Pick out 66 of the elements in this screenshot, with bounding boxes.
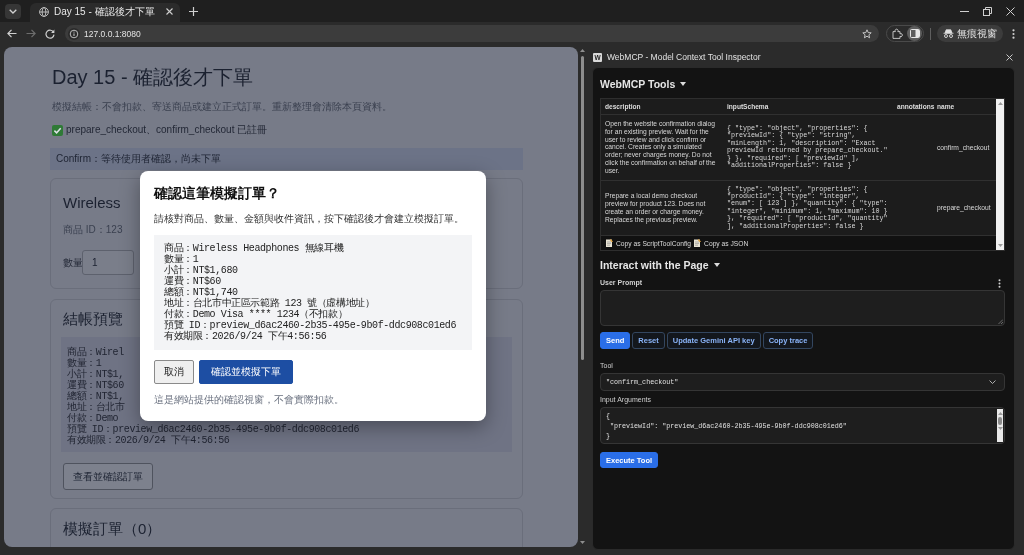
puzzle-icon[interactable]	[892, 28, 903, 39]
quantity-field[interactable]: 1	[82, 250, 134, 275]
dialog-note: 這是網站提供的確認視窗，不會實際扣款。	[154, 393, 345, 407]
resize-grip-icon[interactable]	[998, 319, 1003, 324]
prompt-field[interactable]	[600, 290, 1005, 326]
panel-title: WebMCP - Model Context Tool Inspector	[607, 52, 761, 62]
detail-line: 有效期限：2026/9/24 下午4:56:56	[67, 435, 230, 446]
restore-icon[interactable]	[983, 7, 992, 16]
summary-line: 運費：NT$60	[164, 276, 221, 287]
cancel-button[interactable]: 取消	[154, 360, 194, 384]
side-panel-icon	[909, 29, 920, 38]
summary-line: 商品：Wireless Headphones 無線耳機	[164, 243, 344, 254]
scrollbar-thumb[interactable]	[998, 417, 1002, 425]
close-icon[interactable]	[1006, 7, 1015, 16]
menu-icon[interactable]	[1012, 28, 1015, 39]
check-icon	[52, 124, 63, 136]
card-title: 結帳預覽	[63, 309, 123, 329]
address-bar[interactable]: 127.0.0.1:8080	[65, 25, 879, 42]
summary-line: 數量：1	[164, 254, 199, 265]
detail-line: 小計：NT$1,	[67, 369, 124, 380]
scrollbar-thumb[interactable]	[580, 56, 584, 360]
registered-text: prepare_checkout、confirm_checkout 已註冊	[66, 123, 268, 137]
close-icon[interactable]	[1006, 53, 1013, 61]
summary-line: 預覽 ID：preview_d6ac2460-2b35-495e-9b0f-ddc908c01ed6	[164, 320, 457, 331]
plus-icon[interactable]	[189, 7, 198, 16]
detail-line: 商品：Wirel	[67, 347, 124, 358]
close-icon[interactable]	[166, 8, 173, 15]
quantity-label: 數量	[63, 255, 82, 270]
detail-line: 付款：Demo	[67, 413, 119, 424]
memo-icon	[694, 239, 702, 247]
scroll-up-icon[interactable]	[579, 49, 585, 52]
info-icon[interactable]	[68, 27, 80, 40]
reload-icon[interactable]	[45, 28, 55, 39]
scroll-down-icon[interactable]	[579, 541, 585, 544]
detail-line: 數量：1	[67, 358, 102, 369]
detail-line: 總額：NT$1,	[67, 391, 124, 402]
browser-tab[interactable]: Day 15 - 確認後才下單	[30, 3, 180, 22]
section-toggle[interactable]: WebMCP Tools	[600, 77, 687, 91]
globe-icon	[39, 6, 49, 17]
summary-line: 付款：Demo Visa **** 1234（不扣款）	[164, 309, 348, 320]
detail-line: 地址：台北市	[67, 402, 125, 413]
detail-line: 運費：NT$60	[67, 380, 124, 391]
status-banner: Confirm：等待使用者確認，尚未下單	[50, 148, 523, 170]
chevron-down-icon	[9, 9, 17, 14]
summary-line: 總額：NT$1,740	[164, 287, 238, 298]
dialog-title: 確認這筆模擬訂單？	[154, 184, 281, 202]
section-toggle[interactable]: Interact with the Page	[600, 258, 720, 272]
incognito-button[interactable]: 無痕視窗	[937, 25, 1003, 42]
side-panel-button[interactable]	[907, 26, 922, 41]
card-title: 模擬訂單（0）	[63, 519, 162, 539]
memo-icon	[606, 239, 613, 247]
more-options-icon[interactable]	[998, 278, 1001, 288]
summary-line: 地址：台北市中正區示範路 123 號（虛構地址）	[164, 298, 375, 309]
back-arrow-icon[interactable]	[7, 29, 17, 38]
bookmark-star-icon[interactable]	[862, 28, 872, 39]
chevron-down-icon	[989, 380, 996, 384]
summary-line: 小計：NT$1,680	[164, 265, 238, 276]
review-order-button[interactable]: 查看並確認訂單	[63, 463, 153, 490]
card-title: Wireless	[63, 193, 121, 213]
dialog-message: 請核對商品、數量、金額與收件資訊，按下確認後才會建立模擬訂單。	[154, 212, 465, 226]
summary-line: 有效期限：2026/9/24 下午4:56:56	[164, 331, 327, 342]
confirm-order-button[interactable]: 確認並模擬下單	[199, 360, 293, 384]
detail-line: 預覽 ID：preview_d6ac2460-2b35-495e-9b0f-ddc908c01ed6	[67, 424, 360, 435]
tab-search-button[interactable]	[5, 4, 21, 19]
incognito-icon	[943, 29, 954, 38]
page-title: Day 15 - 確認後才下單	[52, 65, 254, 89]
